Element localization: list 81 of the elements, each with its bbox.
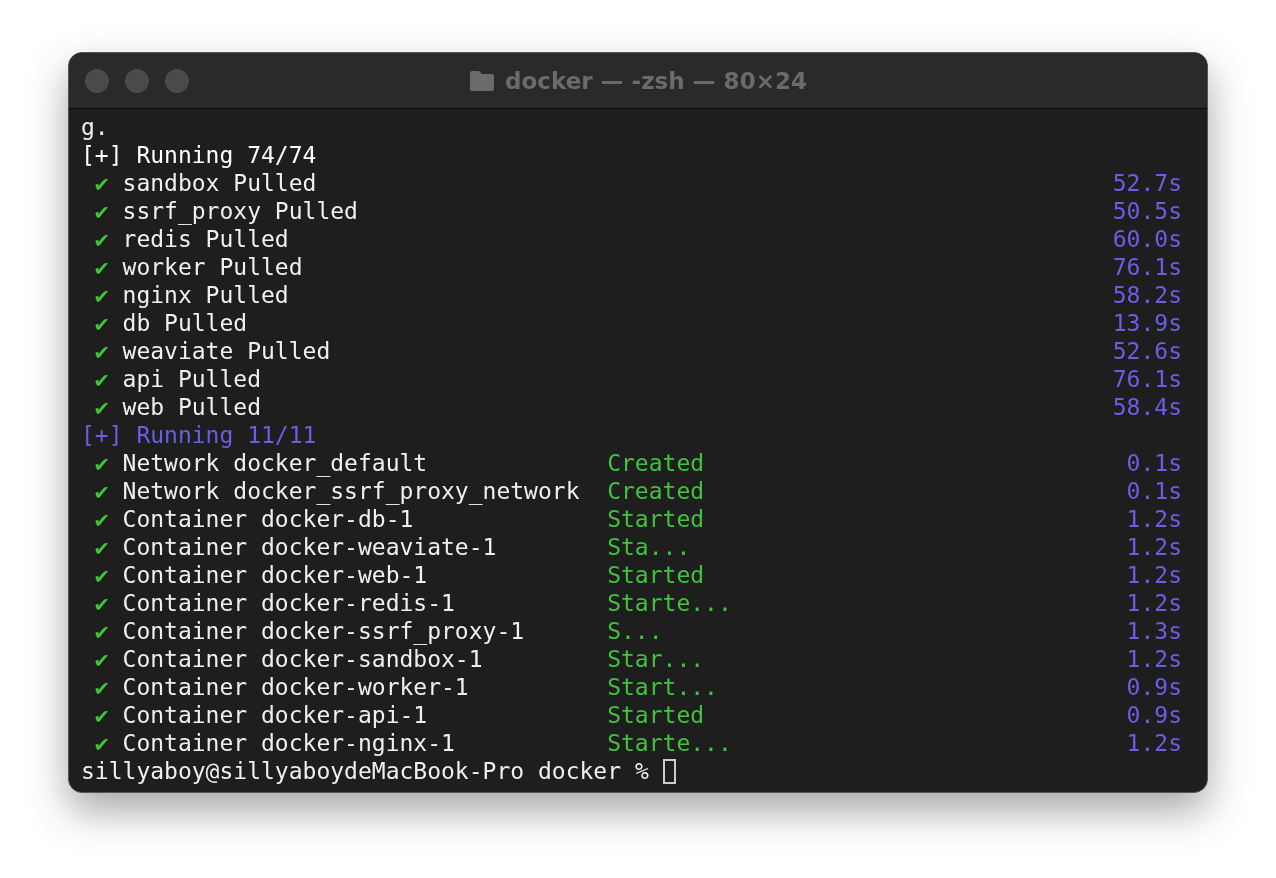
output-text: Network docker_default <box>122 449 429 477</box>
duration-text: 60.0s <box>1112 225 1182 253</box>
output-text: weaviate Pulled <box>122 337 331 365</box>
duration-text: 1.3s <box>1126 617 1182 645</box>
output-text: db Pulled <box>122 309 248 337</box>
duration-text: 76.1s <box>1112 365 1182 393</box>
output-line: g. <box>81 113 109 141</box>
status-text: Started <box>607 561 705 589</box>
duration-text: 1.2s <box>1126 729 1182 757</box>
duration-text: 52.7s <box>1112 169 1182 197</box>
status-text: S... <box>607 617 663 645</box>
output-text: Container docker-sandbox-1 <box>122 645 484 673</box>
check-mark: ✔ <box>94 337 109 365</box>
check-mark: ✔ <box>94 169 109 197</box>
check-mark: ✔ <box>94 589 109 617</box>
progress-header: [+] Running 74/74 <box>81 141 317 169</box>
duration-text: 0.9s <box>1126 701 1182 729</box>
output-text: Container docker-db-1 <box>122 505 415 533</box>
output-text: web Pulled <box>122 393 261 421</box>
status-text: Star... <box>607 645 705 673</box>
check-mark: ✔ <box>94 309 109 337</box>
status-text: Created <box>607 449 705 477</box>
output-text: Network docker_ssrf_proxy_network <box>122 477 581 505</box>
duration-text: 52.6s <box>1112 337 1182 365</box>
check-mark: ✔ <box>94 393 109 421</box>
status-text: Starte... <box>607 589 732 617</box>
check-mark: ✔ <box>94 253 109 281</box>
folder-icon <box>469 69 496 92</box>
status-text: Created <box>607 477 705 505</box>
status-text: Sta... <box>607 533 691 561</box>
duration-text: 58.2s <box>1112 281 1182 309</box>
output-text: Container docker-weaviate-1 <box>122 533 498 561</box>
output-text: Container docker-api-1 <box>122 701 429 729</box>
duration-text: 58.4s <box>1112 393 1182 421</box>
output-text: ssrf_proxy Pulled <box>122 197 358 225</box>
shell-prompt: sillyaboy@sillyaboydeMacBook-Pro docker % <box>81 757 649 785</box>
check-mark: ✔ <box>94 505 109 533</box>
duration-text: 1.2s <box>1126 645 1182 673</box>
check-mark: ✔ <box>94 197 109 225</box>
duration-text: 1.2s <box>1126 505 1182 533</box>
output-text: redis Pulled <box>122 225 289 253</box>
output-text: api Pulled <box>122 365 261 393</box>
check-mark: ✔ <box>94 561 109 589</box>
duration-text: 1.2s <box>1126 533 1182 561</box>
zoom-button[interactable] <box>165 68 189 93</box>
output-text: Container docker-web-1 <box>122 561 429 589</box>
status-text: Started <box>607 505 705 533</box>
window-title: docker — -zsh — 80×24 <box>505 67 807 94</box>
duration-text: 76.1s <box>1112 253 1182 281</box>
output-text: Container docker-redis-1 <box>122 589 456 617</box>
check-mark: ✔ <box>94 449 109 477</box>
output-text: Container docker-nginx-1 <box>122 729 456 757</box>
duration-text: 50.5s <box>1112 197 1182 225</box>
duration-text: 0.1s <box>1126 477 1182 505</box>
text-cursor <box>662 758 676 784</box>
status-text: Started <box>607 701 705 729</box>
output-text: Container docker-ssrf_proxy-1 <box>122 617 526 645</box>
duration-text: 1.2s <box>1126 589 1182 617</box>
output-text: worker Pulled <box>122 253 303 281</box>
duration-text: 0.1s <box>1126 449 1182 477</box>
check-mark: ✔ <box>94 533 109 561</box>
check-mark: ✔ <box>94 729 109 757</box>
output-text: sandbox Pulled <box>122 169 317 197</box>
close-button[interactable] <box>85 68 109 93</box>
duration-text: 13.9s <box>1112 309 1182 337</box>
check-mark: ✔ <box>94 225 109 253</box>
check-mark: ✔ <box>94 645 109 673</box>
check-mark: ✔ <box>94 617 109 645</box>
status-text: Start... <box>607 673 718 701</box>
check-mark: ✔ <box>94 477 109 505</box>
output-text: Container docker-worker-1 <box>122 673 470 701</box>
output-text: nginx Pulled <box>122 281 289 309</box>
check-mark: ✔ <box>94 701 109 729</box>
check-mark: ✔ <box>94 281 109 309</box>
minimize-button[interactable] <box>125 68 149 93</box>
duration-text: 1.2s <box>1126 561 1182 589</box>
progress-header: [+] Running 11/11 <box>81 421 317 449</box>
duration-text: 0.9s <box>1126 673 1182 701</box>
check-mark: ✔ <box>94 673 109 701</box>
status-text: Starte... <box>607 729 732 757</box>
check-mark: ✔ <box>94 365 109 393</box>
